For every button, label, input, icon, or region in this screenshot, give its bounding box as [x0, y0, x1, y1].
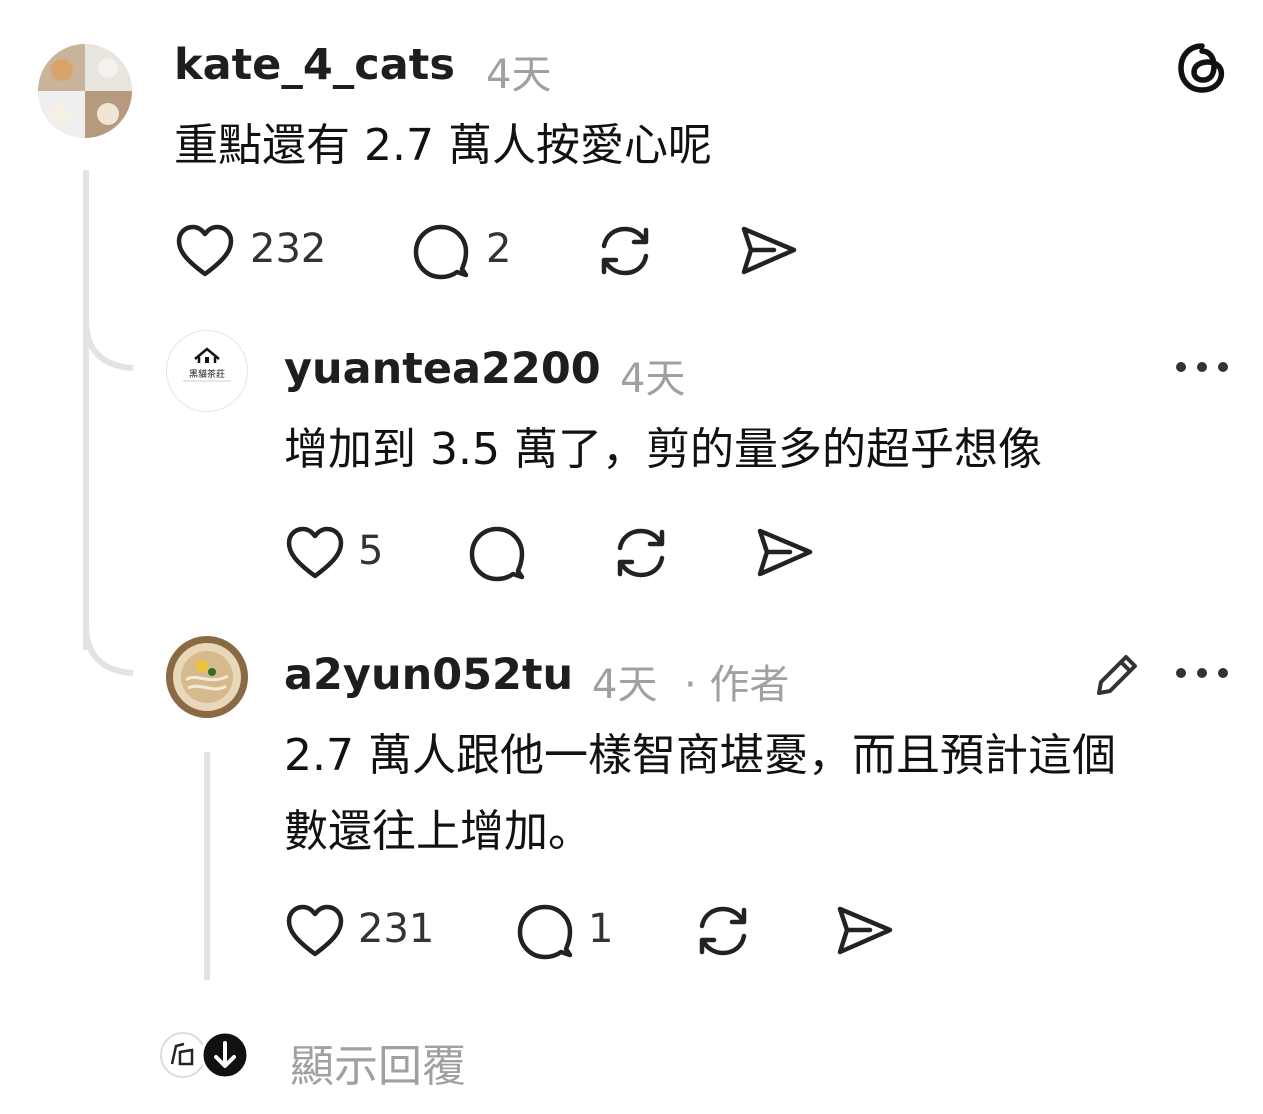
repost-icon[interactable] [610, 522, 672, 584]
more-icon[interactable] [1172, 354, 1232, 380]
show-replies-button[interactable]: 顯示回覆 [290, 1030, 466, 1094]
share-icon[interactable] [834, 900, 896, 962]
avatar-a2yun[interactable] [166, 636, 248, 718]
avatar-yuantea[interactable]: 黑貓茶莊 [166, 330, 248, 412]
timestamp: 4天 [486, 52, 552, 98]
repost-icon[interactable] [692, 900, 754, 962]
timestamp: 4天 [620, 356, 686, 402]
like-count: 231 [358, 906, 435, 952]
reply-count: 2 [486, 226, 512, 272]
thread-branch-1 [83, 320, 134, 371]
like-count: 5 [358, 528, 384, 574]
share-icon[interactable] [754, 522, 816, 584]
reply-count: 1 [588, 906, 614, 952]
share-icon[interactable] [738, 220, 800, 282]
avatar-kate[interactable] [38, 44, 132, 138]
author-tag: · 作者 [684, 662, 790, 708]
like-count: 232 [250, 226, 327, 272]
comment-text-line2: 數還往上增加。 [284, 806, 592, 857]
username[interactable]: kate_4_cats [174, 40, 455, 90]
more-icon[interactable] [1172, 660, 1232, 686]
username[interactable]: a2yun052tu [284, 650, 573, 700]
comment-icon[interactable] [410, 220, 472, 282]
thread-branch-2 [83, 625, 134, 676]
timestamp: 4天 [592, 662, 658, 708]
threads-logo-icon[interactable] [1172, 38, 1232, 98]
comment-icon[interactable] [514, 900, 576, 962]
heart-icon[interactable] [174, 222, 236, 280]
thread-line-reply [204, 752, 210, 980]
comment-text: 增加到 3.5 萬了，剪的量多的超乎想像 [284, 424, 1042, 475]
edit-icon[interactable] [1090, 648, 1144, 702]
heart-icon[interactable] [284, 902, 346, 960]
comment-text-line1: 2.7 萬人跟他一樣智商堪憂，而且預計這個 [284, 730, 1116, 781]
heart-icon[interactable] [284, 524, 346, 582]
repost-icon[interactable] [594, 220, 656, 282]
comment-icon[interactable] [466, 522, 528, 584]
comment-text: 重點還有 2.7 萬人按愛心呢 [174, 120, 712, 171]
arrow-down-icon[interactable] [200, 1030, 250, 1080]
thread-line-main [83, 170, 89, 650]
svg-text:黑貓茶莊: 黑貓茶莊 [189, 368, 225, 380]
username[interactable]: yuantea2200 [284, 344, 601, 394]
